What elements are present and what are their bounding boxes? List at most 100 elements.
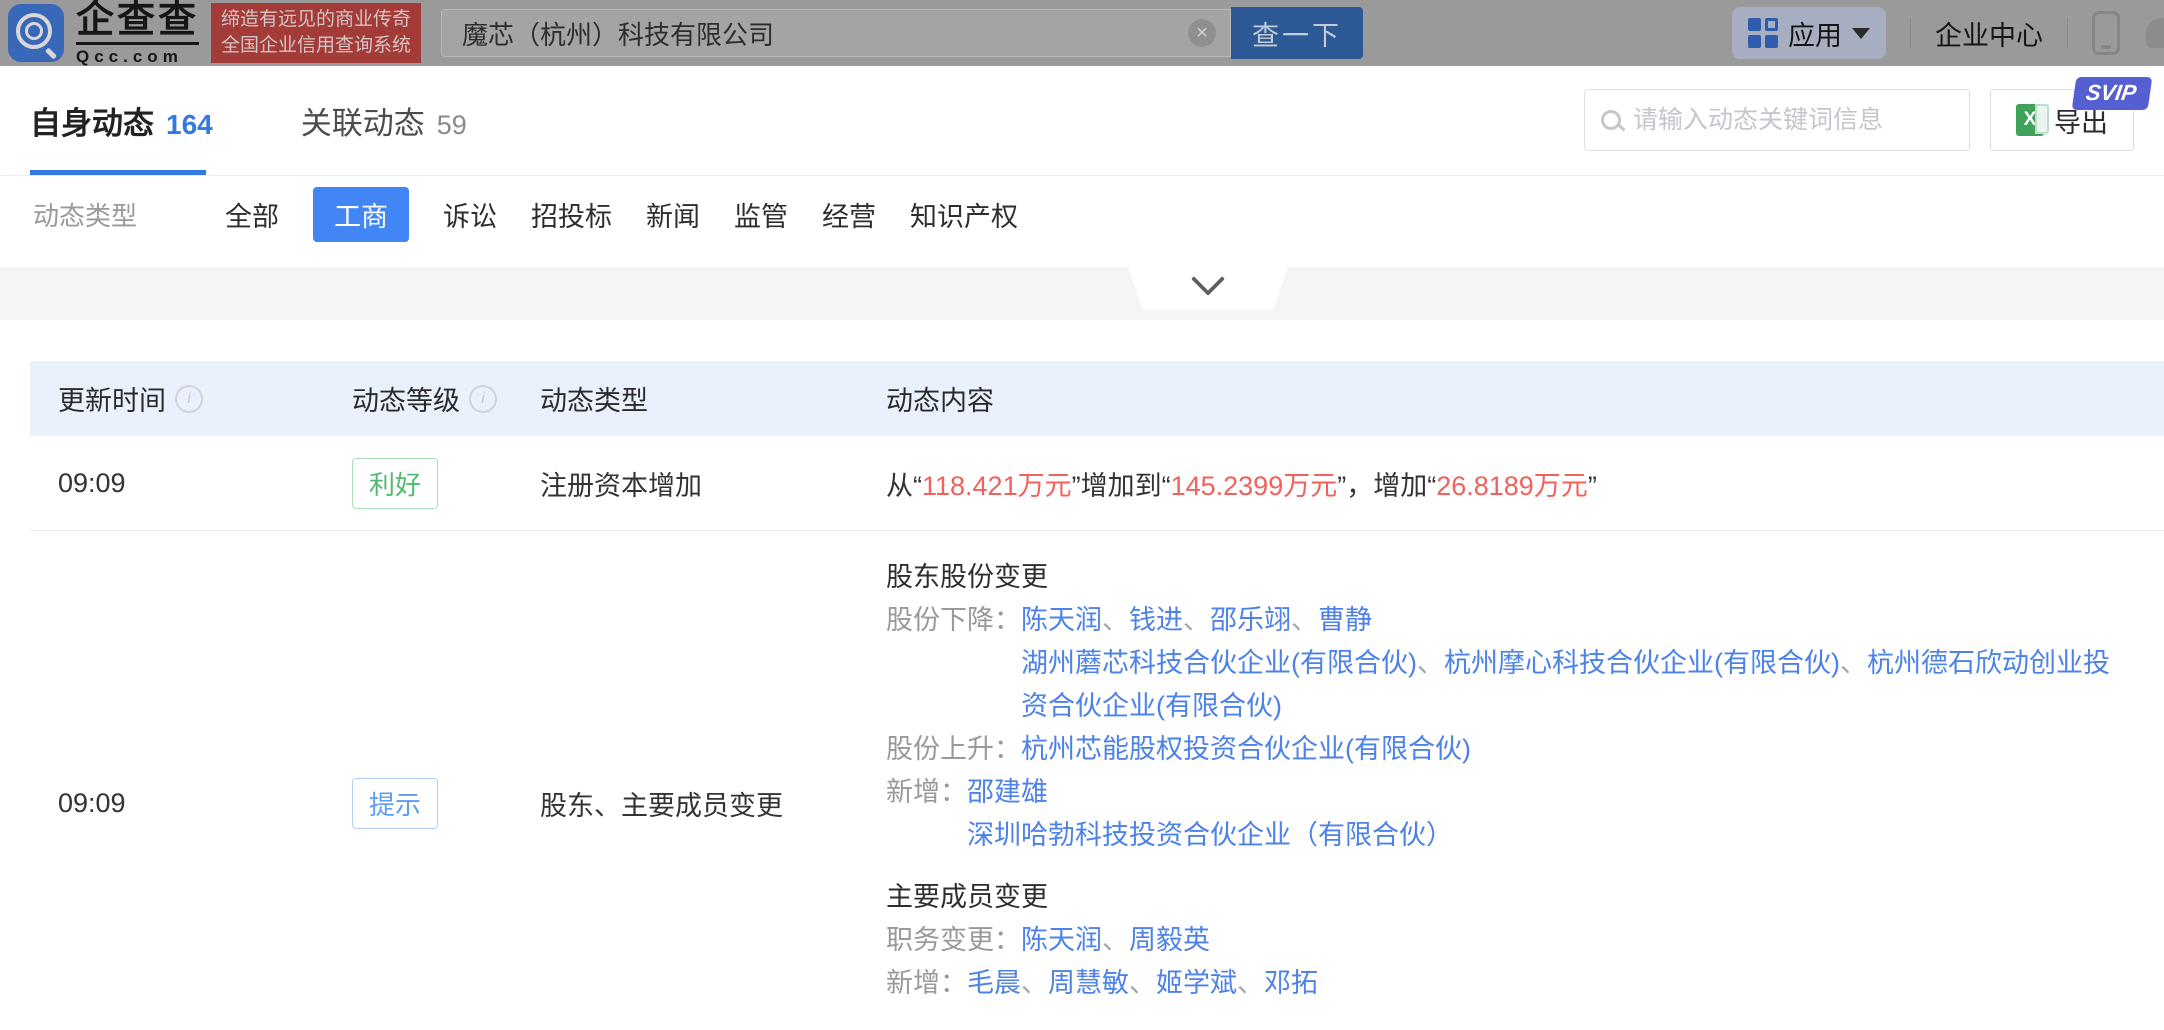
tab-self-dynamics[interactable]: 自身动态 164 [30, 98, 213, 143]
dynamics-toolbar: X 导出 SVIP [1584, 77, 2153, 151]
shareholder-added-label: 新增： [886, 777, 967, 807]
info-icon[interactable]: i [469, 384, 497, 413]
filter-option-supervision[interactable]: 监管 [734, 187, 788, 242]
qcc-logo-icon[interactable] [8, 4, 64, 62]
enterprise-center-link[interactable]: 企业中心 [1935, 14, 2043, 53]
dynamics-table: 更新时间 i 动态等级 i 动态类型 动态内容 09:09 利好 注册资本增加 … [30, 361, 2164, 1030]
search-submit-button[interactable]: 查一下 [1231, 7, 1364, 59]
top-bar: 企查查 Qcc.com 缔造有远见的商业传奇 全国企业信用查询系统 ✕ 查一下 … [0, 0, 2164, 66]
dynamics-tabs-row: 自身动态 164 关联动态 59 X 导出 SVIP [0, 66, 2164, 176]
person-link[interactable]: 周慧敏 [1048, 968, 1129, 998]
company-link[interactable]: 湖州蘑芯科技合伙企业(有限合伙) [1021, 648, 1417, 678]
apps-grid-icon [1748, 18, 1778, 48]
brand-slogan: 缔造有远见的商业传奇 全国企业信用查询系统 [211, 3, 422, 63]
divider [1910, 18, 1911, 48]
filter-option-bidding[interactable]: 招投标 [531, 187, 612, 242]
company-search-input[interactable] [462, 17, 1189, 49]
header-update-time: 更新时间 i [30, 379, 352, 418]
filter-option-operation[interactable]: 经营 [822, 187, 876, 242]
filter-options: 全部 工商 诉讼 招投标 新闻 监管 经营 知识产权 [225, 186, 1018, 242]
filter-option-lawsuit[interactable]: 诉讼 [443, 187, 497, 242]
notification-bell-icon[interactable] [2146, 18, 2164, 48]
row-content: 从“118.421万元”增加到“145.2399万元”，增加“26.8189万元… [886, 470, 1597, 501]
filter-option-all[interactable]: 全部 [225, 187, 279, 242]
table-row: 09:09 利好 注册资本增加 从“118.421万元”增加到“145.2399… [30, 436, 2164, 531]
company-link[interactable]: 杭州芯能股权投资合伙企业(有限合伙) [1021, 734, 1471, 764]
top-nav: 应用 企业中心 [1732, 7, 2164, 59]
capital-after-value: 145.2399万元 [1170, 470, 1338, 501]
person-link[interactable]: 陈天润 [1021, 605, 1102, 635]
position-change-block: 职务变更： 陈天润、周毅英 [886, 919, 2164, 962]
clear-search-icon[interactable]: ✕ [1188, 19, 1217, 47]
person-link[interactable]: 钱进 [1129, 605, 1183, 635]
person-link[interactable]: 邓拓 [1264, 968, 1318, 998]
mobile-app-icon[interactable] [2092, 11, 2120, 55]
person-link[interactable]: 曹静 [1318, 605, 1372, 635]
slogan-line-2: 全国企业信用查询系统 [221, 35, 412, 56]
chevron-down-icon [1191, 267, 1225, 296]
qcc-logo-text[interactable]: 企查查 Qcc.com [76, 1, 200, 66]
company-link[interactable]: 杭州摩心科技合伙企业(有限合伙) [1444, 648, 1840, 678]
keyword-search-box[interactable] [1584, 89, 1970, 151]
row-time: 09:09 [58, 787, 126, 818]
person-link[interactable]: 邵乐翊 [1210, 605, 1291, 635]
level-badge-good: 利好 [352, 457, 439, 509]
chevron-down-icon [1852, 27, 1870, 39]
logo-title: 企查查 [76, 1, 200, 45]
share-increase-label: 股份上升： [886, 734, 1021, 764]
row-type: 股东、主要成员变更 [540, 790, 783, 821]
table-row: 09:09 提示 股东、主要成员变更 股东股份变更 股份下降： 陈天润、钱进、邵… [30, 531, 2164, 1030]
person-link[interactable]: 邵建雄 [967, 777, 1048, 807]
slogan-line-1: 缔造有远见的商业传奇 [221, 9, 412, 30]
capital-increase-value: 26.8189万元 [1436, 470, 1588, 501]
apps-menu-button[interactable]: 应用 [1732, 7, 1886, 59]
header-content: 动态内容 [886, 386, 994, 416]
filter-option-ip[interactable]: 知识产权 [910, 187, 1018, 242]
excel-icon: X [2016, 104, 2049, 136]
svip-badge: SVIP [2071, 77, 2153, 110]
share-decrease-persons: 陈天润、钱进、邵乐翊、曹静 [1021, 605, 1372, 635]
level-badge-notice: 提示 [352, 777, 439, 829]
company-link[interactable]: 深圳哈勃科技投资合伙企业（有限合伙） [967, 820, 1453, 850]
logo-domain: Qcc.com [76, 47, 183, 66]
table-header-row: 更新时间 i 动态等级 i 动态类型 动态内容 [30, 361, 2164, 436]
divider [2067, 18, 2068, 48]
company-link[interactable]: 资合伙企业(有限合伙) [1021, 691, 1282, 721]
filter-option-news[interactable]: 新闻 [646, 187, 700, 242]
logo-ring-inner [25, 22, 43, 40]
keyword-search-input[interactable] [1633, 105, 1955, 135]
company-search-box[interactable]: ✕ [441, 9, 1232, 57]
collapse-toggle[interactable] [1128, 267, 1288, 310]
share-decrease-companies: 湖州蘑芯科技合伙企业(有限合伙)、杭州摩心科技合伙企业(有限合伙)、杭州德石欣动… [1021, 648, 2110, 678]
shareholder-added-block: 新增： 邵建雄 深圳哈勃科技投资合伙企业（有限合伙） [886, 771, 2164, 857]
person-link[interactable]: 陈天润 [1021, 925, 1102, 955]
header-type: 动态类型 [540, 386, 648, 416]
tab-related-dynamics[interactable]: 关联动态 59 [301, 98, 467, 143]
section-title: 股东股份变更 [886, 562, 1048, 592]
person-link[interactable]: 周毅英 [1129, 925, 1210, 955]
company-search-bar: ✕ 查一下 [441, 7, 1364, 59]
position-change-label: 职务变更： [886, 925, 1021, 955]
member-added-block: 新增： 毛晨、周慧敏、姬学斌、邓拓 [886, 962, 2164, 1005]
info-icon[interactable]: i [175, 384, 203, 413]
row-time: 09:09 [58, 467, 126, 498]
header-level: 动态等级 i [352, 379, 540, 418]
filter-label: 动态类型 [33, 200, 138, 231]
person-link[interactable]: 姬学斌 [1156, 968, 1237, 998]
person-link[interactable]: 毛晨 [967, 968, 1021, 998]
filter-collapse-band [0, 267, 2164, 320]
row-type: 注册资本增加 [540, 470, 702, 501]
share-decrease-label: 股份下降： [886, 605, 1021, 635]
tab-self-count: 164 [166, 109, 213, 140]
tab-related-label: 关联动态 [300, 106, 425, 141]
section-title: 主要成员变更 [886, 882, 1048, 912]
company-link[interactable]: 杭州德石欣动创业投 [1867, 648, 2110, 678]
tab-self-label: 自身动态 [30, 106, 154, 141]
search-icon [1601, 110, 1621, 130]
active-tab-underline [30, 170, 206, 175]
capital-before-value: 118.421万元 [922, 470, 1072, 501]
apps-label: 应用 [1788, 20, 1842, 51]
share-decrease-companies-wrap: 资合伙企业(有限合伙) [1021, 685, 2110, 728]
filter-option-business-selected[interactable]: 工商 [313, 186, 410, 242]
share-decrease-block: 股份下降： 陈天润、钱进、邵乐翊、曹静 湖州蘑芯科技合伙企业(有限合伙)、杭州摩… [886, 599, 2164, 728]
